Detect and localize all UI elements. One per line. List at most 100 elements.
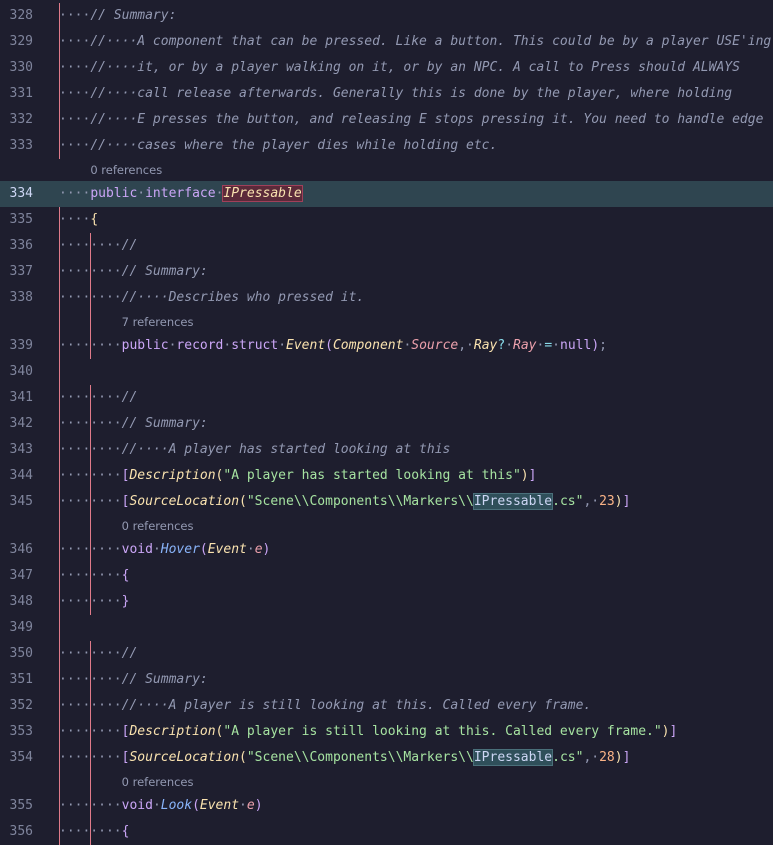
line-number: 351: [9, 672, 33, 687]
code-token: (: [199, 542, 208, 557]
code-line[interactable]: 342 ········// Summary:: [0, 411, 773, 437]
code-line[interactable]: 349: [0, 615, 773, 641]
code-line[interactable]: 356 ········{: [0, 819, 773, 845]
line-number: 340: [9, 364, 33, 379]
code-token: interface: [145, 186, 216, 201]
line-number: 333: [9, 138, 33, 153]
line-number: 339: [9, 338, 33, 353]
indent-guide: [59, 207, 60, 845]
code-line[interactable]: 338 ········//····Describes who pressed i…: [0, 285, 773, 311]
code-token: ]: [669, 724, 678, 739]
line-number: 332: [9, 112, 33, 127]
code-token: //····A player has started looking at th…: [121, 442, 451, 457]
code-text: ····//····call release afterwards. Gener…: [59, 81, 732, 107]
code-line[interactable]: 354 ········[SourceLocation("Scene\\Compo…: [0, 745, 773, 771]
code-token: ): [661, 724, 670, 739]
indent-whitespace: ····: [59, 186, 91, 201]
code-text: ········//: [59, 641, 137, 667]
code-line[interactable]: 343 ········//····A player has started lo…: [0, 437, 773, 463]
line-number: 337: [9, 264, 33, 279]
code-line[interactable]: 351 ········// Summary:: [0, 667, 773, 693]
indent-whitespace: ····: [59, 138, 91, 153]
code-token: //····Describes who pressed it.: [121, 290, 365, 305]
code-token: // Summary:: [121, 416, 208, 431]
line-number: 355: [9, 798, 33, 813]
indent-whitespace: ····: [59, 212, 91, 227]
code-line[interactable]: 344 ········[Description("A player has st…: [0, 463, 773, 489]
code-token: void: [121, 542, 153, 557]
code-line[interactable]: 350 ········//: [0, 641, 773, 667]
indent-whitespace: ····: [59, 112, 91, 127]
code-line[interactable]: 352 ········//····A player is still looki…: [0, 693, 773, 719]
code-line[interactable]: 331 ····//····call release afterwards. Ge…: [0, 81, 773, 107]
codelens-label[interactable]: 0 references: [122, 771, 194, 793]
codelens-label[interactable]: 0 references: [122, 515, 194, 537]
code-line[interactable]: 340: [0, 359, 773, 385]
code-token: ,·: [458, 338, 474, 353]
code-editor[interactable]: 328 ····// Summary: 329 ····//····A compone…: [0, 0, 773, 845]
code-line[interactable]: 332 ····//····E presses the button, and r…: [0, 107, 773, 133]
line-number: 341: [9, 390, 33, 405]
codelens-references[interactable]: 0 references: [0, 515, 773, 537]
code-token: ·: [152, 798, 161, 813]
code-token: Event: [286, 338, 326, 353]
code-line[interactable]: 333 ····//····cases where the player dies…: [0, 133, 773, 159]
code-token: ): [614, 494, 623, 509]
code-token: ·: [246, 542, 255, 557]
codelens-references[interactable]: 7 references: [0, 311, 773, 333]
code-line[interactable]: 337 ········// Summary:: [0, 259, 773, 285]
code-token: // Summary:: [121, 264, 208, 279]
code-text: ········public·record·struct·Event(Compo…: [59, 333, 607, 359]
code-line[interactable]: 335 ····{: [0, 207, 773, 233]
code-token: Ray: [473, 338, 498, 353]
code-line[interactable]: 336 ········//: [0, 233, 773, 259]
code-token: =: [544, 338, 553, 353]
code-line[interactable]: 348 ········}: [0, 589, 773, 615]
code-line[interactable]: 353 ········[Description("A player is sti…: [0, 719, 773, 745]
code-line[interactable]: 328 ····// Summary:: [0, 3, 773, 29]
code-token: ): [591, 338, 600, 353]
code-text: ········[Description("A player is still …: [59, 719, 677, 745]
code-text: ········}: [59, 589, 129, 615]
codelens-references[interactable]: 0 references: [0, 771, 773, 793]
codelens-label[interactable]: 7 references: [122, 311, 194, 333]
code-token: Description: [129, 724, 216, 739]
code-token: //····call release afterwards. Generally…: [90, 86, 733, 101]
code-token: Component: [332, 338, 404, 353]
code-line[interactable]: 341 ········//: [0, 385, 773, 411]
code-token: ): [262, 542, 271, 557]
code-token: ): [614, 750, 623, 765]
codelens-references[interactable]: 0 references: [0, 159, 773, 181]
code-token: ): [520, 468, 529, 483]
code-text: ····//····A component that can be presse…: [59, 29, 771, 55]
code-token: ]: [528, 468, 537, 483]
code-line[interactable]: 346········void·Hover(Event·e): [0, 537, 773, 563]
code-text: ········[SourceLocation("Scene\\Componen…: [59, 489, 630, 515]
code-text: ········// Summary:: [59, 411, 208, 437]
code-token: Hover: [160, 542, 200, 557]
code-line[interactable]: 334 ····public·interface·IPressable: [0, 181, 773, 207]
line-number: 343: [9, 442, 33, 457]
line-number: 353: [9, 724, 33, 739]
code-token: ): [254, 798, 263, 813]
codelens-label[interactable]: 0 references: [90, 159, 162, 181]
code-token: //: [121, 646, 138, 661]
code-token: //····A component that can be pressed. L…: [90, 34, 772, 49]
line-number: 328: [9, 8, 33, 23]
line-number: 352: [9, 698, 33, 713]
line-number: 334: [9, 186, 33, 201]
code-line[interactable]: 355········void·Look(Event·e): [0, 793, 773, 819]
code-line[interactable]: 329 ····//····A component that can be pre…: [0, 29, 773, 55]
code-token: ;: [599, 338, 607, 353]
code-token: //····E presses the button, and releasin…: [90, 112, 764, 127]
code-token: Ray: [513, 338, 537, 353]
code-line[interactable]: 330 ····//····it, or by a player walking …: [0, 55, 773, 81]
code-text: ········[Description("A player has start…: [59, 463, 536, 489]
code-line[interactable]: 339 ········public·record·struct·Event(Co…: [0, 333, 773, 359]
code-line[interactable]: 347 ········{: [0, 563, 773, 589]
code-token: {: [90, 212, 99, 227]
code-line[interactable]: 345 ········[SourceLocation("Scene\\Compo…: [0, 489, 773, 515]
line-number: 344: [9, 468, 33, 483]
code-token: null: [560, 338, 592, 353]
code-token: ]: [622, 750, 631, 765]
